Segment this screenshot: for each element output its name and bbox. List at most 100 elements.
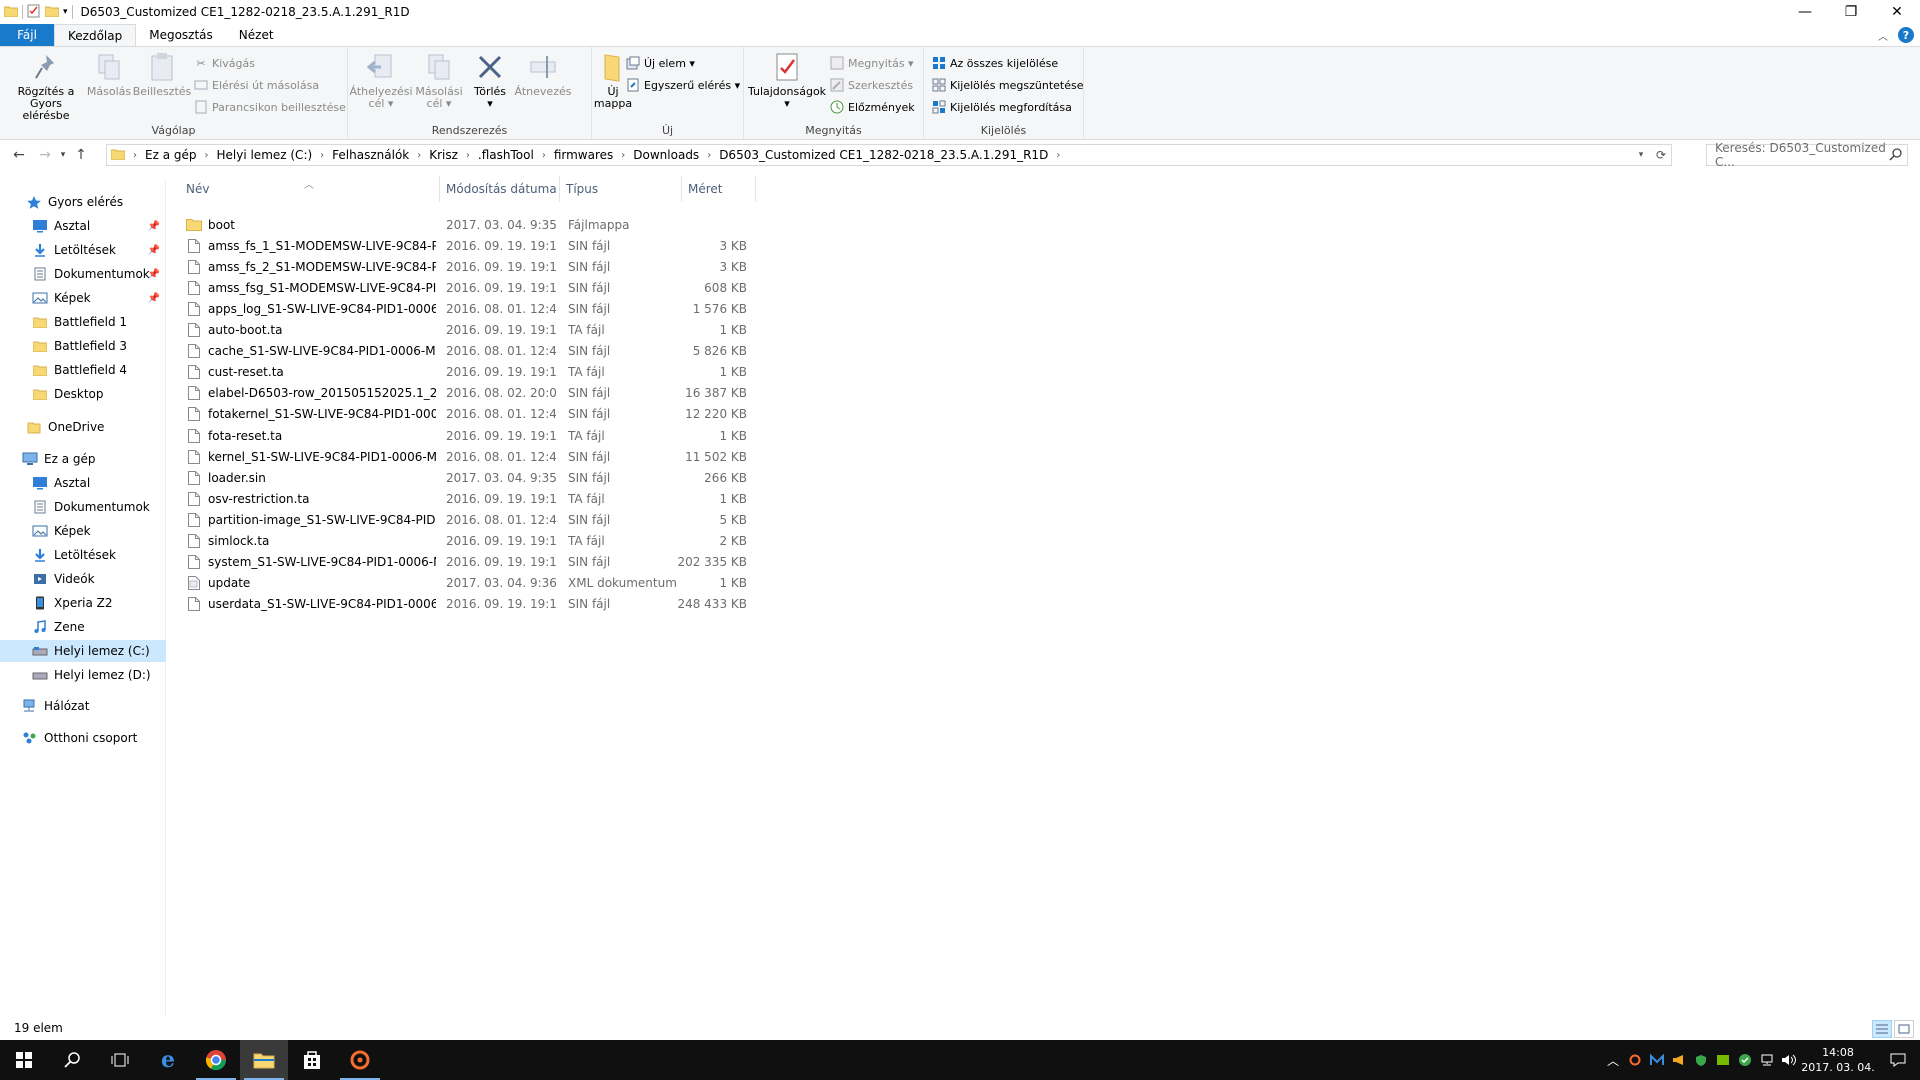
sidebar-item-dokumentumok[interactable]: Dokumentumok 📌 bbox=[0, 263, 166, 285]
breadcrumb-item[interactable]: .flashTool › bbox=[478, 148, 554, 162]
taskbar-chrome[interactable] bbox=[192, 1040, 240, 1080]
collapse-ribbon-icon[interactable]: ︿ bbox=[1878, 28, 1888, 43]
pin-quick-access-button[interactable]: Rögzítés a Gyors elérésbe bbox=[6, 51, 86, 122]
history-button[interactable]: Előzmények bbox=[830, 97, 915, 117]
table-row[interactable]: userdata_S1-SW-LIVE-9C84-PID1-0006-M... 2… bbox=[186, 594, 756, 615]
taskbar-edge[interactable]: e bbox=[144, 1040, 192, 1080]
select-all-button[interactable]: Az összes kijelölése bbox=[932, 53, 1058, 73]
table-row[interactable]: osv-restriction.ta 2016. 09. 19. 19:17 TA … bbox=[186, 488, 756, 509]
table-row[interactable]: fota-reset.ta 2016. 09. 19. 19:17 TA fájl 1… bbox=[186, 425, 756, 446]
search-input[interactable]: Keresés: D6503_Customized C... bbox=[1706, 141, 1908, 169]
paste-button[interactable]: Beillesztés bbox=[133, 51, 191, 98]
breadcrumb-chevron-icon[interactable]: › bbox=[204, 150, 208, 161]
table-row[interactable]: cache_S1-SW-LIVE-9C84-PID1-0006-MM... 201… bbox=[186, 341, 756, 362]
breadcrumb-item[interactable]: Downloads › bbox=[633, 148, 719, 162]
cut-button[interactable]: ✂ Kivágás bbox=[194, 53, 255, 73]
column-header-type[interactable]: Típus bbox=[560, 176, 682, 202]
origin-tray-icon[interactable] bbox=[1624, 1040, 1646, 1080]
taskbar-store[interactable] bbox=[288, 1040, 336, 1080]
sidebar-item-helyi-lemez-d[interactable]: Helyi lemez (D:) bbox=[0, 664, 166, 686]
delete-button[interactable]: Törlés ▾ bbox=[470, 51, 510, 110]
sidebar-item-helyi-lemez-c[interactable]: Helyi lemez (C:) bbox=[0, 640, 166, 662]
column-header-date[interactable]: Módosítás dátuma bbox=[440, 176, 560, 202]
table-row[interactable]: simlock.ta 2016. 09. 19. 19:17 TA fájl 2 KB bbox=[186, 531, 756, 552]
sidebar-item-vide-k[interactable]: Videók bbox=[0, 568, 166, 590]
select-none-button[interactable]: Kijelölés megszüntetése bbox=[932, 75, 1084, 95]
new-folder-icon[interactable] bbox=[44, 5, 60, 20]
breadcrumb-root-arrow[interactable]: › bbox=[125, 150, 145, 161]
breadcrumb-chevron-icon[interactable]: › bbox=[707, 150, 711, 161]
copy-button[interactable]: Másolás bbox=[87, 51, 131, 98]
table-row[interactable]: elabel-D6503-row_201505152025.1_23.5.A..… bbox=[186, 383, 756, 404]
properties-icon[interactable] bbox=[27, 4, 41, 21]
sidebar-item-dokumentumok[interactable]: Dokumentumok bbox=[0, 496, 166, 518]
pin-icon[interactable]: 📌 bbox=[148, 269, 160, 280]
refresh-icon[interactable]: ⟳ bbox=[1651, 148, 1671, 162]
sidebar-item-let-lt-sek[interactable]: Letöltések bbox=[0, 544, 166, 566]
rename-button[interactable]: Átnevezés bbox=[512, 51, 574, 98]
table-row[interactable]: cust-reset.ta 2016. 09. 19. 19:17 TA fájl 1… bbox=[186, 362, 756, 383]
nav-this-pc[interactable]: Ez a gép bbox=[0, 448, 166, 470]
tab-share[interactable]: Megosztás bbox=[136, 24, 226, 46]
sidebar-item-xperia-z2[interactable]: Xperia Z2 bbox=[0, 592, 166, 614]
address-bar[interactable]: › Ez a gép › Helyi lemez (C:) › Felhasználók… bbox=[106, 144, 1672, 166]
pin-icon[interactable]: 📌 bbox=[148, 245, 160, 256]
sidebar-item-battlefield-3[interactable]: Battlefield 3 bbox=[0, 335, 166, 357]
pin-icon[interactable]: 📌 bbox=[148, 221, 160, 232]
breadcrumb-chevron-icon[interactable]: › bbox=[542, 150, 546, 161]
breadcrumb-item[interactable]: Ez a gép › bbox=[145, 148, 216, 162]
back-button[interactable]: ← bbox=[8, 144, 30, 166]
breadcrumb-chevron-icon[interactable]: › bbox=[320, 150, 324, 161]
sidebar-item-k-pek[interactable]: Képek bbox=[0, 520, 166, 542]
recent-locations-button[interactable]: ▾ bbox=[56, 144, 70, 166]
sidebar-item-battlefield-4[interactable]: Battlefield 4 bbox=[0, 359, 166, 381]
help-icon[interactable]: ? bbox=[1898, 27, 1914, 43]
breadcrumb-item[interactable]: firmwares › bbox=[554, 148, 633, 162]
easy-access-button[interactable]: Egyszerű elérés ▾ bbox=[626, 75, 740, 95]
customize-chevron-icon[interactable]: ▾ bbox=[63, 7, 68, 17]
address-dropdown-icon[interactable]: ▾ bbox=[1631, 150, 1651, 160]
tab-file[interactable]: Fájl bbox=[0, 24, 54, 46]
nav-onedrive[interactable]: OneDrive bbox=[0, 416, 166, 438]
sidebar-item-battlefield-1[interactable]: Battlefield 1 bbox=[0, 311, 166, 333]
up-button[interactable]: ↑ bbox=[70, 144, 92, 166]
pin-icon[interactable]: 📌 bbox=[148, 293, 160, 304]
details-view-button[interactable] bbox=[1872, 1020, 1892, 1038]
edit-button[interactable]: Szerkesztés bbox=[830, 75, 913, 95]
volume-tray-icon[interactable] bbox=[1778, 1040, 1800, 1080]
sidebar-item-desktop[interactable]: Desktop bbox=[0, 383, 166, 405]
table-row[interactable]: kernel_S1-SW-LIVE-9C84-PID1-0006-MM... 20… bbox=[186, 446, 756, 467]
sync-tray-icon[interactable] bbox=[1734, 1040, 1756, 1080]
close-button[interactable]: ✕ bbox=[1874, 0, 1920, 24]
task-view-button[interactable] bbox=[96, 1040, 144, 1080]
new-item-button[interactable]: Új elem ▾ bbox=[626, 53, 695, 73]
maximize-button[interactable]: ❐ bbox=[1828, 0, 1874, 24]
table-row[interactable]: system_S1-SW-LIVE-9C84-PID1-0006-M... 201… bbox=[186, 552, 756, 573]
table-row[interactable]: auto-boot.ta 2016. 09. 19. 19:17 TA fájl 1 … bbox=[186, 320, 756, 341]
sidebar-item-k-pek[interactable]: Képek 📌 bbox=[0, 287, 166, 309]
search-taskbar-button[interactable] bbox=[48, 1040, 96, 1080]
table-row[interactable]: amss_fsg_S1-MODEMSW-LIVE-9C84-PID... 2016… bbox=[186, 277, 756, 298]
taskbar-file-explorer[interactable] bbox=[240, 1040, 288, 1080]
nav-network[interactable]: Hálózat bbox=[0, 695, 166, 717]
breadcrumb-item[interactable]: Felhasználók › bbox=[332, 148, 429, 162]
megaphone-tray-icon[interactable] bbox=[1668, 1040, 1690, 1080]
table-row[interactable]: update 2017. 03. 04. 9:36 XML dokumentum 1 … bbox=[186, 573, 756, 594]
sidebar-item-zene[interactable]: Zene bbox=[0, 616, 166, 638]
breadcrumb-item[interactable]: D6503_Customized CE1_1282-0218_23.5.A.1.… bbox=[719, 148, 1068, 162]
table-row[interactable]: amss_fs_2_S1-MODEMSW-LIVE-9C84-PID... 201… bbox=[186, 256, 756, 277]
table-row[interactable]: amss_fs_1_S1-MODEMSW-LIVE-9C84-PID... 201… bbox=[186, 235, 756, 256]
large-icons-view-button[interactable] bbox=[1894, 1020, 1914, 1038]
breadcrumb-item[interactable]: Krisz › bbox=[429, 148, 478, 162]
paste-shortcut-button[interactable]: Parancsikon beillesztése bbox=[194, 97, 346, 117]
show-hidden-icons-chevron-icon[interactable]: ︿ bbox=[1602, 1040, 1624, 1080]
open-button[interactable]: Megnyitás ▾ bbox=[830, 53, 914, 73]
nav-quick-access[interactable]: Gyors elérés bbox=[0, 191, 166, 213]
table-row[interactable]: loader.sin 2017. 03. 04. 9:35 SIN fájl 266 … bbox=[186, 467, 756, 488]
table-row[interactable]: fotakernel_S1-SW-LIVE-9C84-PID1-0006-...… bbox=[186, 404, 756, 425]
invert-selection-button[interactable]: Kijelölés megfordítása bbox=[932, 97, 1072, 117]
table-row[interactable]: boot 2017. 03. 04. 9:35 Fájlmappa bbox=[186, 214, 756, 235]
sidebar-item-asztal[interactable]: Asztal bbox=[0, 472, 166, 494]
action-center-button[interactable] bbox=[1876, 1040, 1920, 1080]
column-header-size[interactable]: Méret bbox=[682, 176, 756, 202]
